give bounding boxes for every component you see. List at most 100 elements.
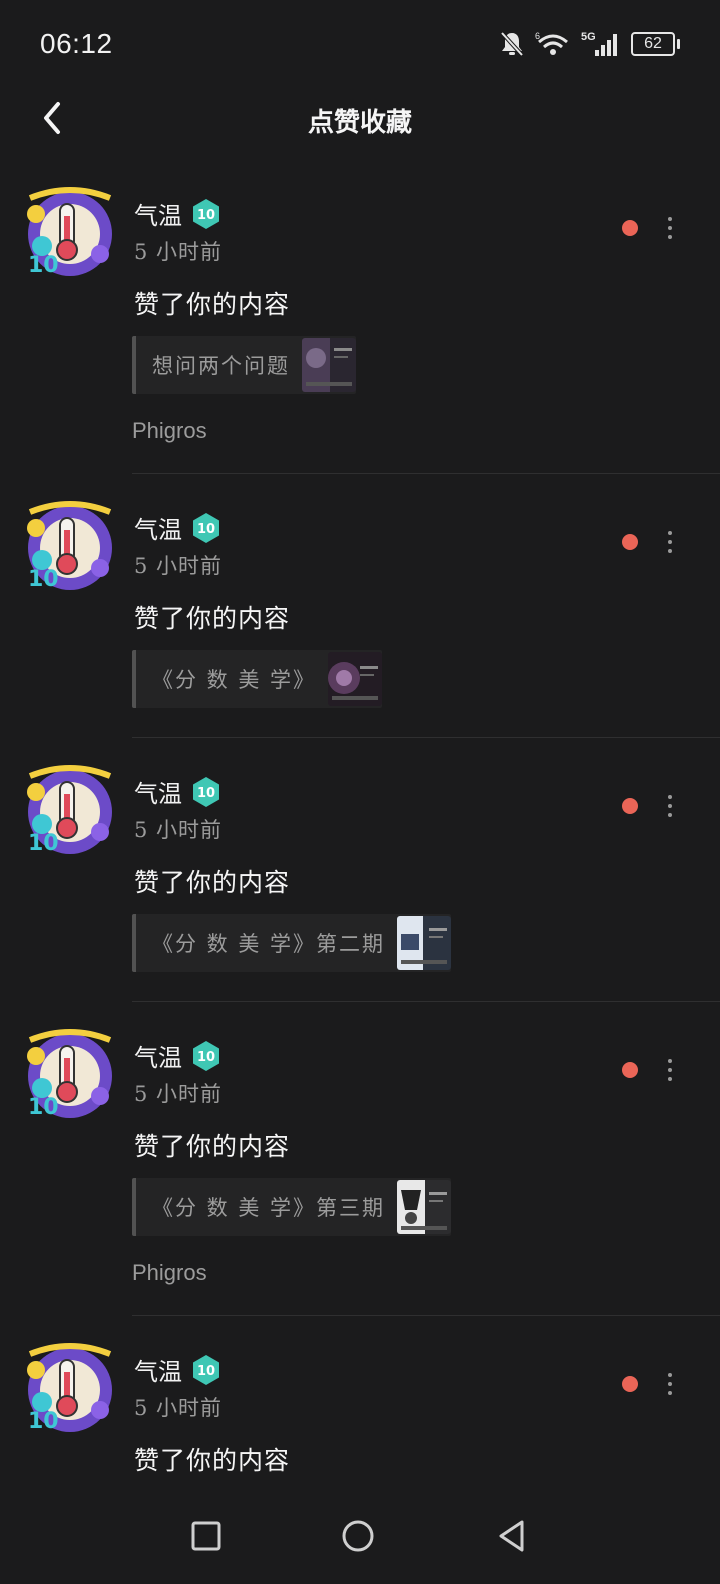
level-number: 10 — [197, 522, 215, 537]
notification-item[interactable]: 10 气温 10 5 小时前 赞了你的内容 《分 数 美 学》 — [0, 474, 720, 738]
more-options-button[interactable] — [660, 1052, 680, 1088]
recent-apps-button[interactable] — [186, 1516, 226, 1556]
level-number: 10 — [197, 786, 215, 801]
notification-item[interactable]: 10 气温 10 5 小时前 赞了你的内容 《分 数 美 学》第二期 — [0, 738, 720, 1002]
dot — [668, 540, 672, 544]
svg-text:5G: 5G — [581, 31, 596, 43]
wifi-icon: 6 — [535, 31, 568, 55]
triangle-back-icon — [499, 1520, 524, 1552]
action-text: 赞了你的内容 — [134, 868, 291, 897]
user-name[interactable]: 气温 — [134, 1352, 182, 1387]
bell-muted-icon — [500, 31, 524, 57]
svg-text:10: 10 — [28, 253, 59, 278]
level-badge-icon: 10 — [193, 1040, 219, 1071]
dot — [668, 531, 672, 535]
dot — [668, 795, 672, 799]
dot — [668, 1373, 672, 1377]
dot — [668, 804, 672, 808]
action-text: 赞了你的内容 — [134, 1446, 291, 1475]
dot — [668, 1382, 672, 1386]
dot — [668, 549, 672, 553]
time-ago: 5 小时前 — [134, 554, 223, 578]
system-nav-bar — [0, 1488, 720, 1584]
more-options-button[interactable] — [660, 210, 680, 246]
content-preview[interactable]: 《分 数 美 学》第二期 — [132, 914, 452, 972]
notification-item[interactable]: 10 气温 10 5 小时前 赞了你的内容 — [0, 1316, 720, 1496]
time-ago: 5 小时前 — [134, 818, 223, 842]
dot — [668, 217, 672, 221]
time-ago: 5 小时前 — [134, 1396, 223, 1420]
unread-dot — [622, 798, 638, 814]
name-row: 气温 10 — [134, 774, 222, 809]
user-name[interactable]: 气温 — [134, 196, 182, 231]
content-thumbnail — [397, 916, 452, 970]
action-text: 赞了你的内容 — [134, 290, 291, 319]
dot — [668, 235, 672, 239]
svg-text:10: 10 — [28, 1409, 59, 1434]
action-text: 赞了你的内容 — [134, 604, 291, 633]
user-name[interactable]: 气温 — [134, 774, 182, 809]
battery-level: 62 — [631, 32, 675, 56]
level-badge-icon: 10 — [193, 512, 219, 543]
name-row: 气温 10 — [134, 196, 222, 231]
circle-icon — [342, 1520, 374, 1552]
user-name[interactable]: 气温 — [134, 510, 182, 545]
header: 点赞收藏 — [0, 84, 720, 156]
level-number: 10 — [197, 1050, 215, 1065]
unread-dot — [622, 1062, 638, 1078]
more-options-button[interactable] — [660, 788, 680, 824]
svg-text:6: 6 — [535, 31, 540, 41]
time-ago: 5 小时前 — [134, 1082, 223, 1106]
dot — [668, 1391, 672, 1395]
content-title: 《分 数 美 学》第三期 — [152, 1196, 386, 1220]
unread-dot — [622, 220, 638, 236]
game-tag[interactable]: Phigros — [132, 418, 207, 444]
notification-item[interactable]: 10 气温 10 5 小时前 赞了你的内容 《分 数 美 学》第三期 Phigr… — [0, 1002, 720, 1316]
dot — [668, 1077, 672, 1081]
notification-list[interactable]: 10 气温 10 5 小时前 赞了你的内容 想问两个问题 Phigros 10 … — [0, 160, 720, 1496]
name-row: 气温 10 — [134, 510, 222, 545]
svg-text:10: 10 — [28, 567, 59, 592]
back-nav-button[interactable] — [492, 1516, 532, 1556]
content-thumbnail — [328, 652, 383, 706]
home-button[interactable] — [338, 1516, 378, 1556]
avatar[interactable]: 10 — [22, 498, 118, 594]
user-name[interactable]: 气温 — [134, 1038, 182, 1073]
content-preview[interactable]: 《分 数 美 学》第三期 — [132, 1178, 452, 1236]
avatar[interactable]: 10 — [22, 184, 118, 280]
content-title: 《分 数 美 学》第二期 — [152, 932, 386, 956]
level-number: 10 — [197, 1364, 215, 1379]
svg-text:10: 10 — [28, 831, 59, 856]
content-preview[interactable]: 想问两个问题 — [132, 336, 356, 394]
content-thumbnail — [302, 338, 356, 392]
name-row: 气温 10 — [134, 1352, 222, 1387]
time-ago: 5 小时前 — [134, 240, 223, 264]
notification-item[interactable]: 10 气温 10 5 小时前 赞了你的内容 想问两个问题 Phigros — [0, 160, 720, 474]
unread-dot — [622, 1376, 638, 1392]
name-row: 气温 10 — [134, 1038, 222, 1073]
avatar[interactable]: 10 — [22, 1026, 118, 1122]
dot — [668, 1068, 672, 1072]
level-badge-icon: 10 — [193, 1354, 219, 1385]
status-bar: 06:12 6 5G 62 — [0, 0, 720, 84]
level-number: 10 — [197, 208, 215, 223]
content-title: 《分 数 美 学》 — [152, 668, 317, 692]
dot — [668, 1059, 672, 1063]
level-badge-icon: 10 — [193, 198, 219, 229]
game-tag[interactable]: Phigros — [132, 1260, 207, 1286]
dot — [668, 813, 672, 817]
battery-icon: 62 — [631, 32, 680, 56]
unread-dot — [622, 534, 638, 550]
signal-5g-icon: 5G — [581, 31, 617, 56]
svg-text:10: 10 — [28, 1095, 59, 1120]
more-options-button[interactable] — [660, 1366, 680, 1402]
dot — [668, 226, 672, 230]
content-preview[interactable]: 《分 数 美 学》 — [132, 650, 383, 708]
avatar[interactable]: 10 — [22, 1340, 118, 1436]
more-options-button[interactable] — [660, 524, 680, 560]
page-title: 点赞收藏 — [307, 108, 412, 138]
level-badge-icon: 10 — [193, 776, 219, 807]
content-thumbnail — [397, 1180, 452, 1234]
avatar[interactable]: 10 — [22, 762, 118, 858]
status-time: 06:12 — [40, 28, 113, 59]
